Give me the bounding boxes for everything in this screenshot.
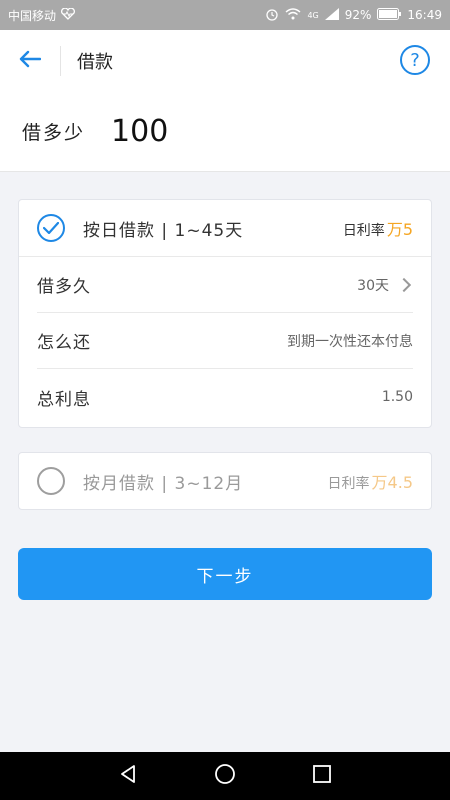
square-recents-icon — [312, 764, 332, 788]
back-button[interactable] — [0, 30, 60, 92]
loan-term-days: 30天 — [357, 277, 389, 294]
monthly-plan-name: 按月借款 | 3~12月 — [83, 473, 244, 494]
total-interest-row: 总利息 1.50 — [37, 369, 413, 425]
nav-home-button[interactable] — [205, 756, 245, 796]
alarm-icon — [265, 7, 279, 24]
daily-rate-value: 万5 — [386, 220, 413, 239]
daily-plan-name: 按日借款 | 1~45天 — [83, 220, 244, 241]
amount-label: 借多少 — [22, 122, 86, 144]
clock-time: 16:49 — [407, 8, 442, 22]
battery-percent: 92% — [344, 8, 372, 22]
loan-term-row[interactable]: 借多久 30天 — [37, 257, 413, 313]
monthly-plan-card[interactable]: 按月借款 | 3~12月 日利率 万4.5 — [18, 452, 432, 510]
nav-back-button[interactable] — [108, 756, 148, 796]
daily-rate: 日利率 万5 — [343, 216, 413, 240]
amount-input[interactable]: 100 — [111, 114, 168, 149]
question-icon: ? — [410, 49, 420, 71]
nav-recents-button[interactable] — [302, 756, 342, 796]
daily-plan-option[interactable]: 按日借款 | 1~45天 日利率 万5 — [19, 200, 431, 257]
chevron-right-icon — [396, 277, 412, 292]
status-bar: 中国移动 4G 92% 16:49 — [0, 0, 450, 30]
monthly-rate-label: 日利率 — [327, 476, 370, 492]
check-circle-icon[interactable] — [37, 214, 65, 242]
repay-method-row: 怎么还 到期一次性还本付息 — [37, 313, 413, 369]
next-step-button[interactable]: 下一步 — [18, 548, 432, 600]
circle-home-icon — [214, 763, 236, 789]
loan-term-label: 借多久 — [37, 277, 91, 297]
wifi-icon — [285, 7, 301, 23]
arrow-left-icon — [19, 50, 42, 72]
monthly-plan-option[interactable]: 按月借款 | 3~12月 日利率 万4.5 — [19, 453, 431, 509]
system-nav-bar — [0, 752, 450, 800]
carrier-name: 中国移动 — [8, 8, 57, 23]
total-interest-label: 总利息 — [37, 389, 91, 410]
monthly-rate: 日利率 万4.5 — [328, 469, 413, 493]
repay-method-value: 到期一次性还本付息 — [287, 333, 413, 350]
triangle-back-icon — [118, 764, 138, 788]
daily-plan-card: 按日借款 | 1~45天 日利率 万5 借多久 30天 怎么还 到期一次性还本付… — [18, 199, 432, 428]
header-divider — [60, 46, 61, 76]
loan-term-value: 30天 — [357, 275, 413, 295]
amount-row[interactable]: 借多少 100 — [0, 92, 450, 172]
monthly-rate-value: 万4.5 — [371, 473, 413, 492]
signal-icon — [324, 7, 339, 23]
network-type: 4G — [307, 10, 319, 20]
total-interest-value: 1.50 — [381, 389, 413, 405]
app-header: 借款 ? — [0, 30, 450, 92]
daily-rate-label: 日利率 — [342, 223, 385, 239]
heartbeat-icon — [60, 7, 76, 23]
help-button[interactable]: ? — [400, 45, 430, 75]
repay-method-label: 怎么还 — [37, 333, 91, 353]
battery-icon — [377, 7, 402, 23]
page-title: 借款 — [77, 52, 113, 73]
radio-circle-icon[interactable] — [37, 467, 65, 495]
